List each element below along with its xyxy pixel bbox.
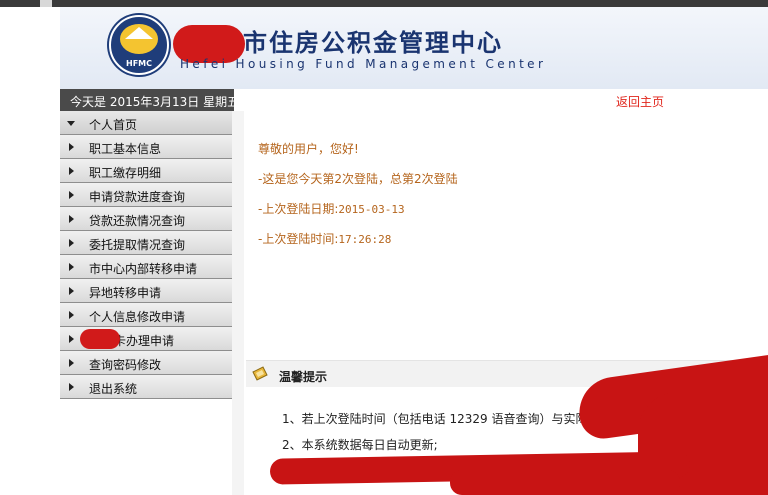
- triangle-right-icon: [69, 191, 74, 199]
- logo-text: HFMC: [126, 59, 152, 68]
- top-strip-gap: [40, 0, 52, 7]
- home-link[interactable]: 返回主页: [616, 93, 664, 110]
- triangle-right-icon: [69, 239, 74, 247]
- sidebar-item-label: 委托提取情况查询: [89, 238, 186, 252]
- triangle-right-icon: [69, 167, 74, 175]
- sidebar-item-label: 退出系统: [89, 382, 138, 396]
- note-icon: [252, 366, 268, 381]
- sidebar-item-basic-info[interactable]: 职工基本信息: [60, 135, 232, 159]
- sidebar-item-info-change[interactable]: 个人信息修改申请: [60, 303, 232, 327]
- sidebar-item-label: 异地转移申请: [89, 286, 162, 300]
- greeting-text: 尊敬的用户，您好!: [258, 142, 359, 156]
- sidebar-item-deposit-detail[interactable]: 职工缴存明细: [60, 159, 232, 183]
- last-login-date: -上次登陆日期:2015-03-13: [258, 200, 458, 217]
- last-login-time-value: 17:26:28: [338, 233, 392, 246]
- sidebar-item-password-change[interactable]: 查询密码修改: [60, 351, 232, 375]
- hfmc-logo: HFMC: [109, 15, 169, 75]
- welcome-panel: 尊敬的用户，您好! -这是您今天第2次登陆，总第2次登陆 -上次登陆日期:201…: [258, 140, 458, 260]
- triangle-right-icon: [69, 263, 74, 271]
- login-count-text: -这是您今天第2次登陆，总第2次登陆: [258, 172, 458, 186]
- triangle-right-icon: [69, 335, 74, 343]
- site-title: 市住房公积金管理中心: [243, 29, 503, 57]
- site-subtitle: Hefei Housing Fund Management Center: [180, 57, 547, 71]
- triangle-right-icon: [69, 359, 74, 367]
- house-icon: [125, 27, 153, 39]
- last-login-date-label: -上次登陆日期:: [258, 202, 339, 216]
- sidebar-item-loan-repayment[interactable]: 贷款还款情况查询: [60, 207, 232, 231]
- triangle-right-icon: [69, 287, 74, 295]
- last-login-time-label: -上次登陆时间:: [258, 232, 339, 246]
- last-login-date-value: 2015-03-13: [338, 203, 405, 216]
- triangle-right-icon: [69, 215, 74, 223]
- triangle-right-icon: [69, 383, 74, 391]
- sidebar-item-home[interactable]: 个人首页: [60, 111, 232, 135]
- sidebar-item-label: 职工基本信息: [89, 142, 162, 156]
- sidebar-item-loan-progress[interactable]: 申请贷款进度查询: [60, 183, 232, 207]
- top-strip: [0, 0, 768, 7]
- tips-title: 温馨提示: [279, 370, 328, 384]
- header-banner: HFMC 市住房公积金管理中心 Hefei Housing Fund Manag…: [60, 7, 768, 89]
- redaction-mark: [80, 329, 120, 349]
- sidebar-item-logout[interactable]: 退出系统: [60, 375, 232, 399]
- sidebar-item-label: 个人信息修改申请: [89, 310, 186, 324]
- sidebar-nav: 个人首页 职工基本信息 职工缴存明细 申请贷款进度查询 贷款还款情况查询 委托提…: [60, 111, 232, 399]
- sidebar-item-label: 贷款还款情况查询: [89, 214, 186, 228]
- sidebar-item-remote-transfer[interactable]: 异地转移申请: [60, 279, 232, 303]
- sidebar-divider: [232, 111, 244, 495]
- sidebar-item-card-application[interactable]: 卡办理申请: [60, 327, 232, 351]
- last-login-time: -上次登陆时间:17:26:28: [258, 230, 458, 247]
- triangle-right-icon: [69, 311, 74, 319]
- sidebar-item-internal-transfer[interactable]: 市中心内部转移申请: [60, 255, 232, 279]
- sidebar-item-label: 卡办理申请: [114, 334, 175, 348]
- redaction-mark: [450, 470, 680, 495]
- sidebar-item-label: 职工缴存明细: [89, 166, 162, 180]
- sidebar-item-label: 查询密码修改: [89, 358, 162, 372]
- sidebar-item-label: 申请贷款进度查询: [89, 190, 186, 204]
- date-bar: 今天是 2015年3月13日 星期五 返回主页: [60, 89, 768, 111]
- sidebar-item-withdrawal[interactable]: 委托提取情况查询: [60, 231, 232, 255]
- sidebar-item-label: 个人首页: [89, 118, 138, 132]
- triangle-down-icon: [67, 121, 75, 126]
- current-date: 今天是 2015年3月13日 星期五: [70, 95, 240, 109]
- date-bar-panel: [234, 89, 768, 111]
- sidebar-item-label: 市中心内部转移申请: [89, 262, 198, 276]
- triangle-right-icon: [69, 143, 74, 151]
